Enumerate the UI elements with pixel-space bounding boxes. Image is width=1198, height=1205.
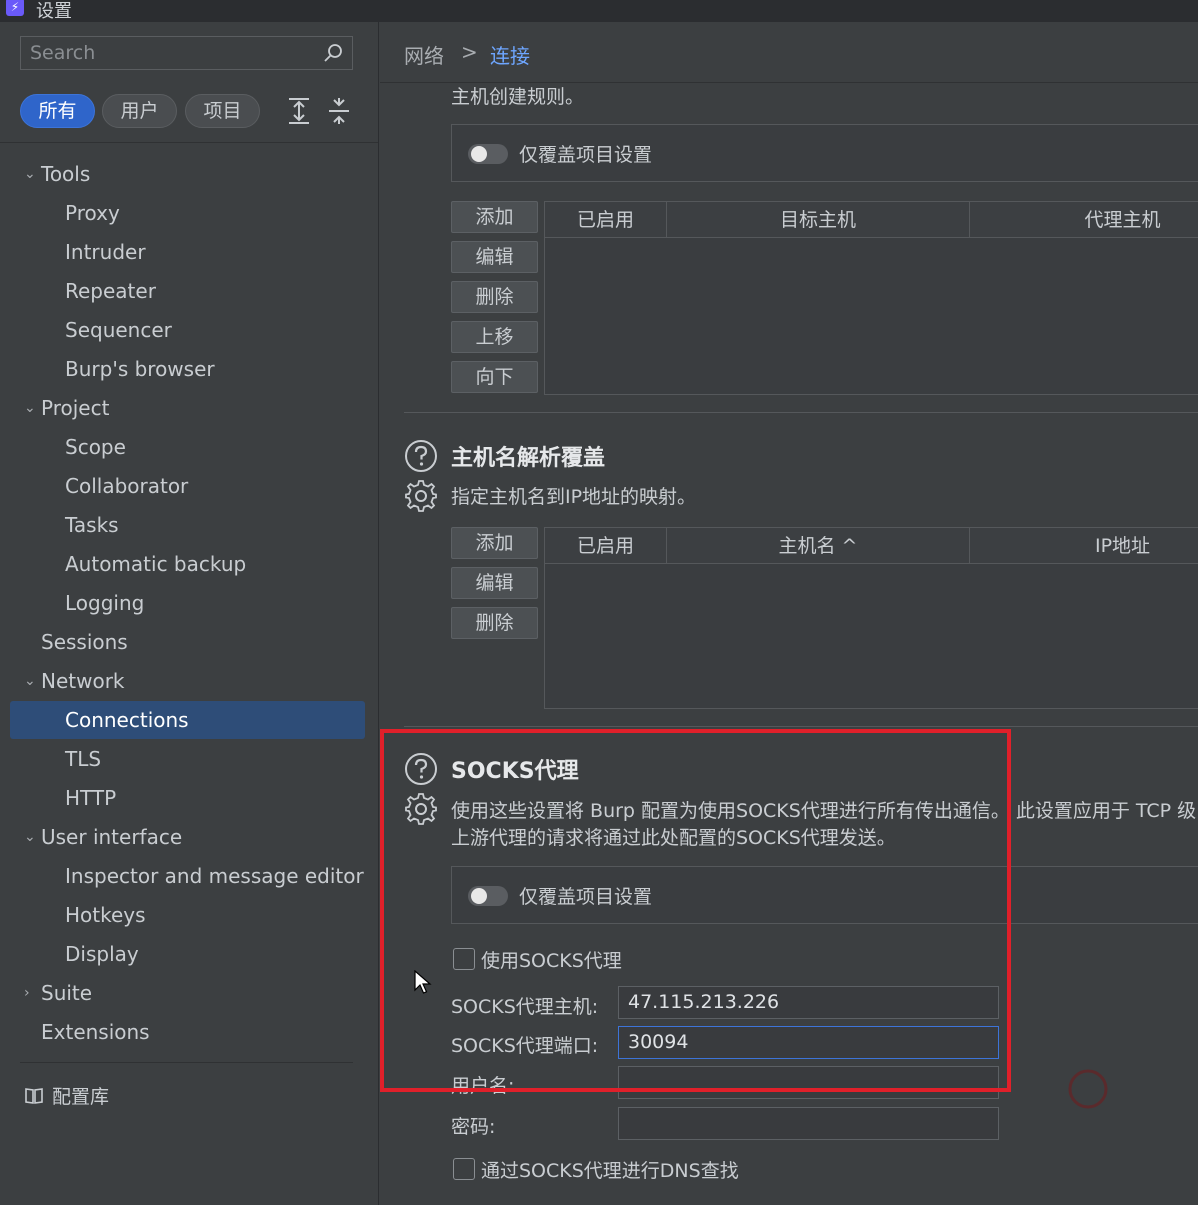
hostname-remove-button[interactable]: 删除	[451, 607, 538, 639]
use-socks-checkbox[interactable]	[453, 948, 475, 970]
help-icon[interactable]	[404, 752, 438, 786]
column-destination-host[interactable]: 目标主机	[667, 202, 970, 238]
chevron-down-icon[interactable]: ⌄	[24, 818, 36, 856]
upstream-override-label: 仅覆盖项目设置	[519, 144, 653, 166]
filter-project-pill[interactable]: 项目	[185, 94, 260, 128]
tree-item-logging[interactable]: Logging	[10, 584, 365, 622]
chevron-right-icon[interactable]: ›	[24, 974, 30, 1012]
column-ip-address[interactable]: IP地址	[970, 528, 1198, 564]
column-enabled[interactable]: 已启用	[545, 528, 667, 564]
chevron-down-icon[interactable]: ⌄	[24, 155, 36, 193]
section-divider	[404, 726, 1198, 727]
tree-item-network[interactable]: ⌄ Network	[10, 662, 365, 700]
filter-all-pill[interactable]: 所有	[20, 94, 95, 128]
tree-item-automatic-backup[interactable]: Automatic backup	[10, 545, 365, 583]
hostname-resolution-title: 主机名解析覆盖	[451, 446, 606, 471]
upstream-desc-tail: 主机创建规则。	[451, 86, 585, 108]
tree-item-extensions[interactable]: Extensions	[10, 1013, 365, 1051]
app-icon: ⚡	[6, 0, 24, 16]
tree-item-user-interface[interactable]: ⌄ User interface	[10, 818, 365, 856]
hostname-edit-button[interactable]: 编辑	[451, 567, 538, 599]
socks-port-input[interactable]: 30094	[618, 1026, 999, 1059]
use-socks-label: 使用SOCKS代理	[481, 950, 622, 972]
upstream-remove-button[interactable]: 删除	[451, 281, 538, 313]
socks-port-label: SOCKS代理端口:	[451, 1035, 599, 1057]
tree-item-burps-browser[interactable]: Burp's browser	[10, 350, 365, 388]
table-header: 已启用 目标主机 代理主机	[545, 202, 1198, 238]
tree-item-connections[interactable]: Connections	[10, 701, 365, 739]
upstream-edit-button[interactable]: 编辑	[451, 241, 538, 273]
section-divider	[404, 412, 1198, 413]
loading-spinner-icon	[1068, 1069, 1108, 1109]
tree-item-inspector-editor[interactable]: Inspector and message editor	[10, 857, 365, 895]
socks-dns-checkbox[interactable]	[453, 1158, 475, 1180]
tree-item-collaborator[interactable]: Collaborator	[10, 467, 365, 505]
column-enabled[interactable]: 已启用	[545, 202, 667, 238]
hostname-add-button[interactable]: 添加	[451, 527, 538, 559]
column-proxy-host[interactable]: 代理主机	[970, 202, 1198, 238]
socks-username-input[interactable]	[618, 1066, 999, 1099]
title-bar: ⚡ 设置	[0, 0, 1198, 22]
socks-proxy-title: SOCKS代理	[451, 759, 579, 784]
tree-item-repeater[interactable]: Repeater	[10, 272, 365, 310]
library-label: 配置库	[52, 1086, 110, 1108]
chevron-down-icon[interactable]: ⌄	[24, 389, 36, 427]
tree-item-tls[interactable]: TLS	[10, 740, 365, 778]
expand-all-icon[interactable]	[286, 96, 312, 126]
socks-dns-label: 通过SOCKS代理进行DNS查找	[481, 1160, 739, 1182]
tree-item-sequencer[interactable]: Sequencer	[10, 311, 365, 349]
socks-host-input[interactable]: 47.115.213.226	[618, 986, 999, 1019]
socks-override-toggle[interactable]	[468, 886, 508, 906]
socks-desc-line1: 使用这些设置将 Burp 配置为使用SOCKS代理进行所有传出通信。 此设置应用…	[451, 800, 1197, 822]
window-title: 设置	[36, 1, 72, 22]
socks-override-label: 仅覆盖项目设置	[519, 886, 653, 908]
tree-item-display[interactable]: Display	[10, 935, 365, 973]
tree-item-proxy[interactable]: Proxy	[10, 194, 365, 232]
tree-item-tools[interactable]: ⌄ Tools	[10, 155, 365, 193]
collapse-all-icon[interactable]	[326, 96, 352, 126]
socks-username-label: 用户名:	[451, 1075, 515, 1097]
socks-desc-line2: 上游代理的请求将通过此处配置的SOCKS代理发送。	[451, 827, 896, 849]
tree-item-tasks[interactable]: Tasks	[10, 506, 365, 544]
search-icon[interactable]	[322, 42, 344, 64]
book-icon	[25, 1088, 43, 1104]
gear-icon[interactable]	[404, 792, 438, 826]
tree-item-project[interactable]: ⌄ Project	[10, 389, 365, 427]
socks-host-label: SOCKS代理主机:	[451, 996, 599, 1018]
filter-user-pill[interactable]: 用户	[102, 94, 177, 128]
tree-item-http[interactable]: HTTP	[10, 779, 365, 817]
socks-password-input[interactable]	[618, 1107, 999, 1140]
help-icon[interactable]	[404, 439, 438, 473]
upstream-override-toggle[interactable]	[468, 144, 508, 164]
tree-item-hotkeys[interactable]: Hotkeys	[10, 896, 365, 934]
breadcrumb-separator: >	[461, 40, 478, 64]
tree-item-suite[interactable]: › Suite	[10, 974, 365, 1012]
socks-override-panel: 仅覆盖项目设置	[451, 866, 1198, 924]
table-header: 已启用 主机名 ^ IP地址	[545, 528, 1198, 564]
chevron-down-icon[interactable]: ⌄	[24, 662, 36, 700]
tree-item-scope[interactable]: Scope	[10, 428, 365, 466]
sidebar: 所有 用户 项目 ⌄Tools Proxy Intruder Repeater …	[0, 22, 379, 1205]
sidebar-bottom-divider	[20, 1062, 353, 1063]
gear-icon[interactable]	[404, 479, 438, 513]
column-hostname[interactable]: 主机名 ^	[667, 528, 970, 564]
tree-item-sessions[interactable]: Sessions	[10, 623, 365, 661]
upstream-add-button[interactable]: 添加	[451, 201, 538, 233]
breadcrumb-connections: 连接	[490, 44, 530, 68]
upstream-proxy-table[interactable]: 已启用 目标主机 代理主机	[544, 201, 1198, 395]
upstream-override-panel: 仅覆盖项目设置	[451, 124, 1198, 182]
tree-item-intruder[interactable]: Intruder	[10, 233, 365, 271]
upstream-move-down-button[interactable]: 向下	[451, 361, 538, 393]
socks-password-label: 密码:	[451, 1116, 496, 1138]
sidebar-divider	[0, 142, 378, 143]
mouse-cursor-icon	[414, 970, 432, 994]
breadcrumb-network[interactable]: 网络	[404, 40, 444, 69]
hostname-resolution-desc: 指定主机名到IP地址的映射。	[451, 486, 697, 508]
search-box[interactable]	[20, 36, 353, 70]
main-panel: 网络 > 连接 主机创建规则。 仅覆盖项目设置 添加 编辑 删除 上移 向下 已…	[380, 22, 1198, 1205]
upstream-move-up-button[interactable]: 上移	[451, 321, 538, 353]
hostname-resolution-table[interactable]: 已启用 主机名 ^ IP地址	[544, 527, 1198, 709]
search-input[interactable]	[21, 37, 352, 69]
